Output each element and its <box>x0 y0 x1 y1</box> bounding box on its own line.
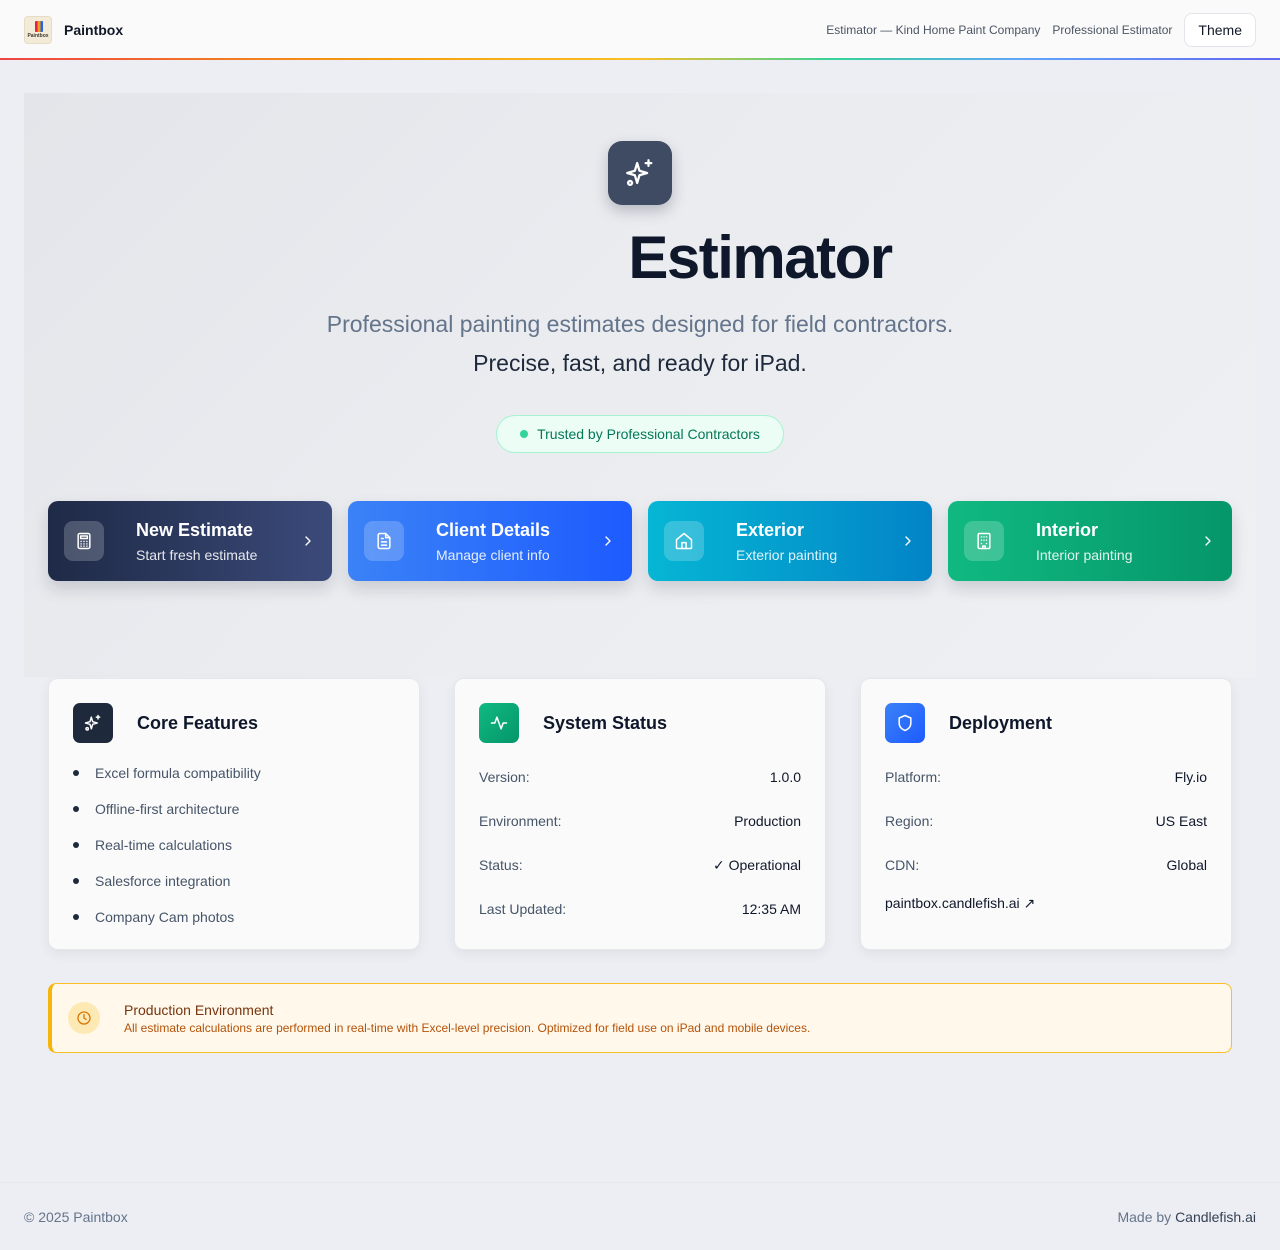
region-value: US East <box>1155 813 1207 829</box>
status-row: Status: ✓ Operational <box>479 843 801 887</box>
list-item: Offline-first architecture <box>73 791 395 827</box>
list-item: Excel formula compatibility <box>73 755 395 791</box>
last-updated-value: 12:35 AM <box>741 901 801 917</box>
paint-can-icon <box>35 21 43 32</box>
hero-section: Estimator Professional painting estimate… <box>24 93 1256 677</box>
sparkles-icon <box>608 141 672 205</box>
deployment-card: Deployment Platform: Fly.io Region: US Eas… <box>860 678 1232 950</box>
theme-button[interactable]: Theme <box>1184 13 1256 47</box>
action-title: New Estimate <box>136 519 254 540</box>
features-list: Excel formula compatibility Offline-firs… <box>73 755 395 935</box>
brand-name[interactable]: Paintbox <box>64 22 123 38</box>
status-dot-icon <box>520 430 529 438</box>
made-by: Made by Candlefish.ai <box>1117 1209 1256 1225</box>
hero-tagline: Precise, fast, and ready for iPad. <box>473 350 807 376</box>
paintbox-logo[interactable]: Paintbox <box>24 16 52 44</box>
activity-icon <box>479 703 519 743</box>
cdn-value: Global <box>1166 857 1207 873</box>
action-subtitle: Exterior painting <box>736 546 838 563</box>
shield-icon <box>885 703 925 743</box>
card-title: Deployment <box>949 712 1053 733</box>
production-alert: Production Environment All estimate calc… <box>48 983 1232 1053</box>
copyright: © 2025 Paintbox <box>24 1208 128 1225</box>
made-by-prefix: Made by <box>1117 1208 1176 1225</box>
calculator-icon <box>64 521 104 561</box>
feature-label: Excel formula compatibility <box>95 765 261 781</box>
document-icon <box>364 521 404 561</box>
list-item: Real-time calculations <box>73 827 395 863</box>
list-item: Company Cam photos <box>73 899 395 935</box>
status-key: Last Updated: <box>479 901 567 917</box>
list-item: Salesforce integration <box>73 863 395 899</box>
interior-button[interactable]: Interior Interior painting <box>948 501 1232 581</box>
deployment-key: Platform: <box>885 769 942 785</box>
status-key: Status: <box>479 857 523 873</box>
card-title: Core Features <box>137 712 259 733</box>
trusted-badge: Trusted by Professional Contractors <box>496 415 784 453</box>
clock-icon <box>68 1002 100 1034</box>
header-role: Professional Estimator <box>1052 23 1173 37</box>
footer: © 2025 Paintbox Made by Candlefish.ai <box>0 1182 1280 1250</box>
feature-label: Company Cam photos <box>95 909 235 925</box>
client-details-button[interactable]: Client Details Manage client info <box>348 501 632 581</box>
action-subtitle: Manage client info <box>436 546 550 563</box>
platform-value: Fly.io <box>1174 769 1207 785</box>
exterior-button[interactable]: Exterior Exterior painting <box>648 501 932 581</box>
top-header: Paintbox Paintbox Estimator — Kind Home … <box>0 0 1280 60</box>
header-right: Estimator — Kind Home Paint Company Prof… <box>814 13 1256 47</box>
environment-value: Production <box>734 813 801 829</box>
chevron-right-icon <box>600 533 616 549</box>
deployment-link[interactable]: paintbox.candlefish.ai ↗ <box>885 895 1207 912</box>
chevron-right-icon <box>900 533 916 549</box>
deployment-key: CDN: <box>885 857 920 873</box>
header-subtitle: Estimator — Kind Home Paint Company <box>826 23 1041 37</box>
bullet-icon <box>73 770 79 776</box>
new-estimate-button[interactable]: New Estimate Start fresh estimate <box>48 501 332 581</box>
quick-actions: New Estimate Start fresh estimate Client… <box>48 501 1232 581</box>
version-value: 1.0.0 <box>769 769 801 785</box>
status-row: Last Updated: 12:35 AM <box>479 887 801 931</box>
deployment-row: CDN: Global <box>885 843 1207 887</box>
card-title: System Status <box>543 712 668 733</box>
building-icon <box>964 521 1004 561</box>
deployment-key: Region: <box>885 813 934 829</box>
action-title: Exterior <box>736 519 805 540</box>
alert-title: Production Environment <box>124 1001 274 1018</box>
action-title: Interior <box>1036 519 1099 540</box>
action-title: Client Details <box>436 519 551 540</box>
status-row: Version: 1.0.0 <box>479 755 801 799</box>
bullet-icon <box>73 914 79 920</box>
rainbow-divider <box>0 58 1280 60</box>
status-key: Environment: <box>479 813 562 829</box>
bullet-icon <box>73 806 79 812</box>
bullet-icon <box>73 842 79 848</box>
deployment-row: Platform: Fly.io <box>885 755 1207 799</box>
action-subtitle: Interior painting <box>1036 546 1133 563</box>
page-title: Estimator <box>628 224 893 291</box>
action-subtitle: Start fresh estimate <box>136 546 258 563</box>
hero-subtitle: Professional painting estimates designed… <box>326 311 954 337</box>
bullet-icon <box>73 878 79 884</box>
home-icon <box>664 521 704 561</box>
feature-label: Salesforce integration <box>95 873 231 889</box>
logo-text: Paintbox <box>27 33 49 39</box>
alert-body: All estimate calculations are performed … <box>124 1020 811 1035</box>
system-status-card: System Status Version: 1.0.0 Environment:… <box>454 678 826 950</box>
made-by-link[interactable]: Candlefish.ai <box>1175 1209 1256 1225</box>
status-value: ✓ Operational <box>713 856 801 873</box>
chevron-right-icon <box>300 533 316 549</box>
trusted-badge-label: Trusted by Professional Contractors <box>537 426 760 442</box>
core-features-card: Core Features Excel formula compatibilit… <box>48 678 420 950</box>
status-key: Version: <box>479 769 530 785</box>
sparkles-icon <box>73 703 113 743</box>
deployment-row: Region: US East <box>885 799 1207 843</box>
feature-label: Real-time calculations <box>95 837 232 853</box>
chevron-right-icon <box>1200 533 1216 549</box>
status-row: Environment: Production <box>479 799 801 843</box>
feature-label: Offline-first architecture <box>95 801 240 817</box>
